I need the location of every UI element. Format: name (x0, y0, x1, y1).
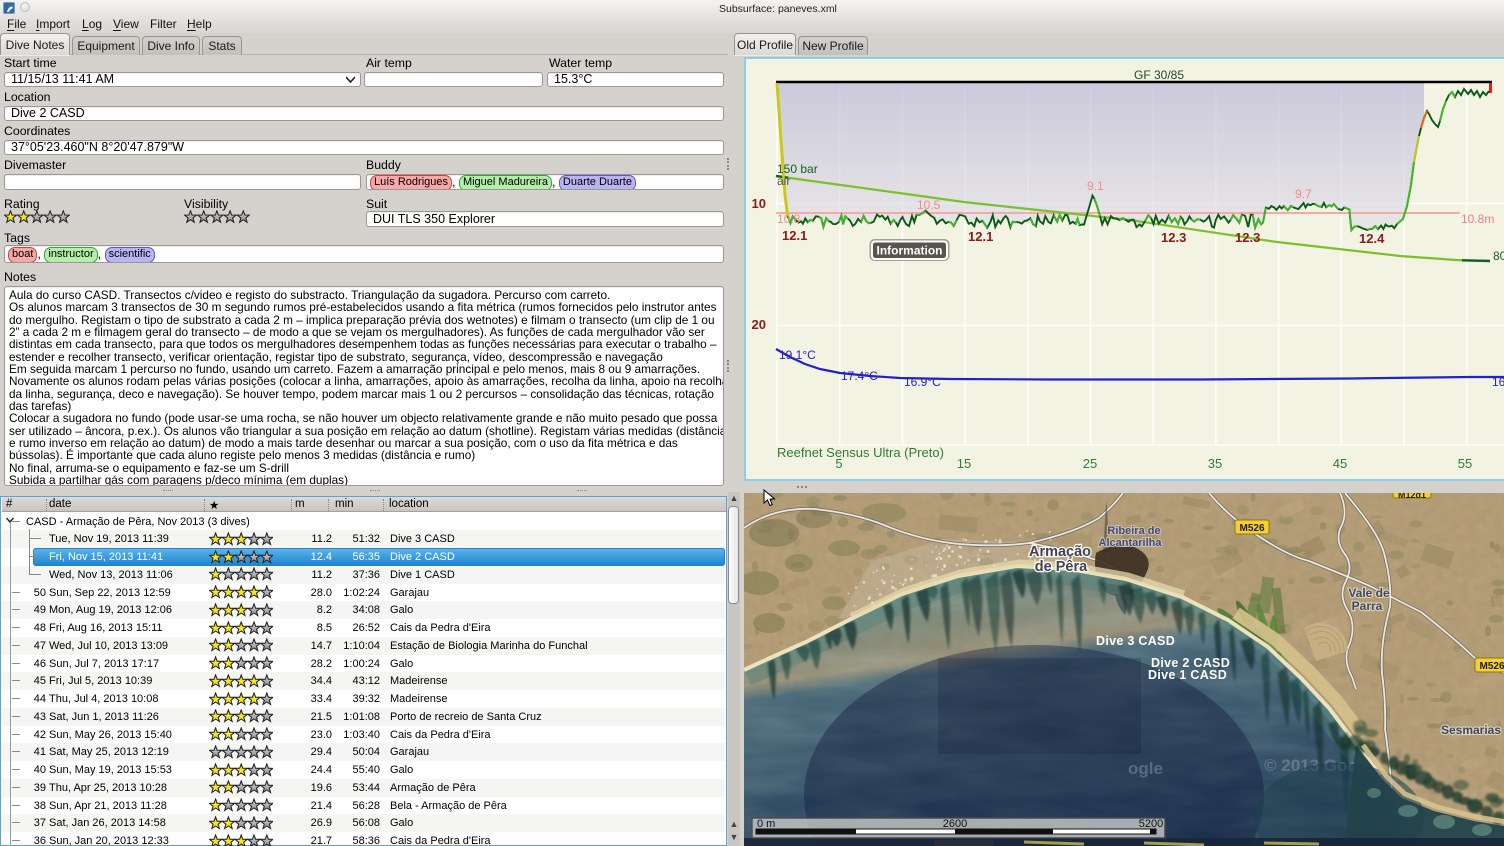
svg-text:35: 35 (1208, 456, 1222, 471)
svg-text:GF 30/85: GF 30/85 (1134, 68, 1184, 82)
svg-text:0 m: 0 m (757, 818, 775, 830)
svg-text:Information: Information (877, 244, 943, 258)
svg-text:de Pêra: de Pêra (1035, 559, 1088, 575)
svg-text:10: 10 (752, 196, 766, 211)
svg-text:Dive 1 CASD: Dive 1 CASD (1148, 668, 1227, 682)
svg-text:M526: M526 (1479, 661, 1504, 672)
svg-text:2600: 2600 (943, 818, 967, 830)
svg-text:Armação: Armação (1029, 544, 1091, 560)
svg-text:20: 20 (752, 317, 766, 332)
svg-text:17.4°C: 17.4°C (841, 369, 878, 383)
svg-text:5200: 5200 (1139, 818, 1163, 830)
svg-text:16.9°C: 16.9°C (904, 375, 941, 389)
svg-text:Reefnet Sensus Ultra (Preto): Reefnet Sensus Ultra (Preto) (777, 445, 944, 460)
svg-text:10.8: 10.8 (777, 212, 801, 226)
svg-text:45: 45 (1333, 456, 1347, 471)
svg-text:55: 55 (1458, 456, 1472, 471)
svg-text:Ribeira de: Ribeira de (1107, 525, 1160, 537)
svg-text:16: 16 (1492, 375, 1504, 389)
svg-text:Sesmarias: Sesmarias (1441, 723, 1501, 737)
svg-text:9.7: 9.7 (1295, 187, 1312, 201)
svg-text:Vale de: Vale de (1348, 586, 1390, 600)
svg-text:80: 80 (1493, 249, 1504, 263)
svg-text:Dive 3 CASD: Dive 3 CASD (1096, 634, 1175, 648)
svg-text:12.3: 12.3 (1161, 230, 1186, 245)
svg-text:12.3: 12.3 (1235, 230, 1260, 245)
svg-text:12.4: 12.4 (1359, 231, 1385, 246)
svg-text:Parra: Parra (1352, 599, 1383, 613)
svg-text:12.1: 12.1 (968, 229, 993, 244)
svg-text:M12d1: M12d1 (1398, 493, 1426, 500)
svg-text:15: 15 (957, 456, 971, 471)
svg-text:12.1: 12.1 (782, 228, 807, 243)
svg-text:ogle: ogle (1128, 759, 1163, 778)
svg-text:Alcantarilha: Alcantarilha (1099, 537, 1163, 549)
svg-text:9.1: 9.1 (1087, 179, 1104, 193)
svg-text:M526: M526 (1239, 523, 1264, 534)
svg-text:25: 25 (1083, 456, 1097, 471)
svg-text:air: air (777, 174, 790, 188)
svg-text:10.8m: 10.8m (1461, 212, 1494, 226)
svg-text:10.5: 10.5 (917, 198, 941, 212)
svg-text:19.1°C: 19.1°C (779, 348, 816, 362)
